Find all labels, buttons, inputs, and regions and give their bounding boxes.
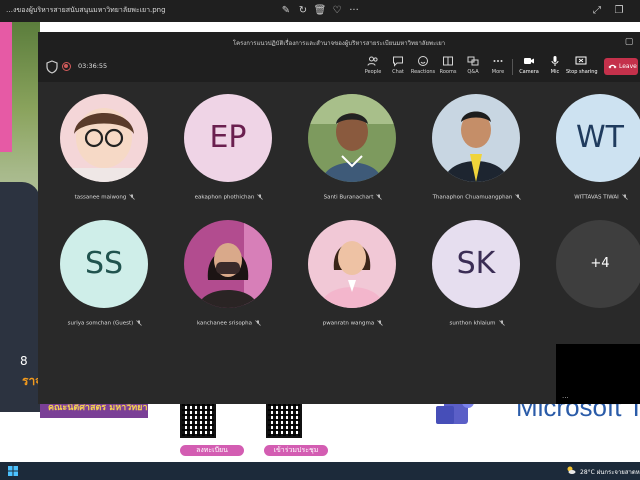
participant-initials: SS — [60, 220, 148, 308]
recording-indicator-icon — [62, 62, 71, 71]
slide-number: 8 — [20, 354, 28, 368]
qr-code-register — [180, 402, 216, 438]
participant-photo — [308, 94, 396, 182]
participant-tile[interactable]: kanchanee srisopha — [174, 220, 284, 340]
rooms-icon — [443, 56, 453, 66]
participant-tile[interactable]: tassanee maiwong — [50, 94, 160, 214]
phone-hangup-icon — [608, 64, 617, 69]
heart-icon[interactable]: ♡ — [330, 4, 344, 18]
avatar: WT — [556, 94, 640, 182]
avatar — [184, 220, 272, 308]
overflow-avatar: +4 — [556, 220, 640, 308]
avatar: EP — [184, 94, 272, 182]
meeting-control-bar: 03:36:55 People Chat Reactions Rooms Q&A… — [38, 52, 640, 82]
leave-label: Leave — [619, 63, 637, 70]
avatar — [60, 94, 148, 182]
overflow-count: +4 — [590, 256, 610, 271]
mic-muted-icon — [136, 320, 143, 326]
mic-icon — [551, 56, 559, 66]
participant-tile[interactable]: pwanratn wangma — [298, 220, 408, 340]
participant-initials: WT — [556, 94, 640, 182]
more-icon[interactable]: ··· — [347, 4, 361, 18]
people-icon — [367, 56, 378, 66]
self-view-more-icon[interactable]: ... — [562, 392, 569, 400]
more-participants-tile[interactable]: +4 — [546, 220, 640, 340]
avatar: SS — [60, 220, 148, 308]
participant-photo — [184, 220, 272, 308]
avatar — [432, 94, 520, 182]
participant-initials: EP — [184, 94, 272, 182]
participant-tile[interactable]: EP eakaphon phothichan — [174, 94, 284, 214]
mic-muted-icon — [129, 194, 136, 200]
chat-icon — [393, 56, 403, 67]
delete-icon[interactable]: 🗑 — [313, 4, 327, 18]
teams-title-bar: โครงการแนวปฏิบัติเรื่องการและสำนาจของผู้… — [38, 32, 640, 52]
edit-icon[interactable]: ✎ — [279, 4, 293, 18]
mic-muted-icon — [376, 194, 383, 200]
weather-text: 28°C ฝนกระจายสาดหน — [580, 469, 640, 476]
teams-meeting-window: โครงการแนวปฏิบัติเรื่องการและสำนาจของผู้… — [38, 32, 640, 404]
leave-button[interactable]: Leave — [604, 58, 638, 75]
mic-muted-icon — [515, 194, 522, 200]
taskbar: 28°C ฝนกระจายสาดหน — [0, 462, 640, 480]
mic-muted-icon — [255, 320, 261, 326]
more-icon — [493, 60, 503, 62]
meeting-title: โครงการแนวปฏิบัติเรื่องการและสำนาจของผู้… — [232, 40, 446, 47]
participant-tile[interactable]: SK sunthon khlaium — [422, 220, 532, 340]
participant-initials: SK — [432, 220, 520, 308]
window-restore-icon[interactable]: ❐ — [612, 4, 626, 18]
self-view-video[interactable]: ... — [556, 344, 640, 404]
join-meeting-button: เข้าร่วมประชุม — [264, 445, 328, 456]
weather-icon[interactable] — [566, 465, 576, 475]
mic-muted-icon — [498, 320, 505, 326]
register-button: ลงทะเบียน — [180, 445, 244, 456]
expand-icon[interactable]: ⤢ — [590, 4, 604, 18]
avatar — [308, 220, 396, 308]
more-label: More — [491, 69, 505, 75]
qr-code-join — [266, 402, 302, 438]
more-button[interactable]: More — [483, 55, 513, 79]
control-separator — [512, 59, 513, 75]
shield-icon — [46, 60, 58, 74]
participant-photo — [308, 220, 396, 308]
rotate-icon[interactable]: ↻ — [296, 4, 310, 18]
windows-start-icon[interactable] — [8, 466, 18, 476]
participant-name: sunthon khlaium — [402, 320, 552, 327]
stop-sharing-button[interactable]: Stop sharing — [566, 55, 598, 79]
stop-sharing-label: Stop sharing — [566, 69, 598, 75]
avatar: SK — [432, 220, 520, 308]
participant-tile[interactable]: WT WITTAVAS TIWAI — [546, 94, 640, 214]
camera-icon — [524, 58, 534, 64]
reactions-icon — [418, 56, 428, 66]
photo-viewer-toolbar: …งของผู้บริหารสายสนับสนุนมหาวิทยาลัยพะเย… — [0, 0, 640, 22]
participant-tile[interactable]: Santi Buranachart — [298, 94, 408, 214]
slide-pink-accent — [0, 22, 12, 152]
stop-sharing-icon — [575, 56, 587, 65]
close-window-icon[interactable]: ▢ — [622, 35, 636, 49]
participant-photo — [60, 94, 148, 182]
mic-muted-icon — [257, 194, 264, 200]
meeting-timer: 03:36:55 — [78, 62, 108, 70]
avatar — [308, 94, 396, 182]
viewer-file-title: …งของผู้บริหารสายสนับสนุนมหาวิทยาลัยพะเย… — [6, 6, 166, 14]
mic-muted-icon — [622, 194, 628, 200]
participant-tile[interactable]: Thanaphon Chuamuangphan — [422, 94, 532, 214]
participant-name: WITTAVAS TIWAI — [526, 194, 640, 201]
qa-icon — [467, 56, 479, 66]
participant-photo — [432, 94, 520, 182]
mic-muted-icon — [377, 320, 384, 326]
participant-tile[interactable]: SS suriya somchan (Guest) — [50, 220, 160, 340]
